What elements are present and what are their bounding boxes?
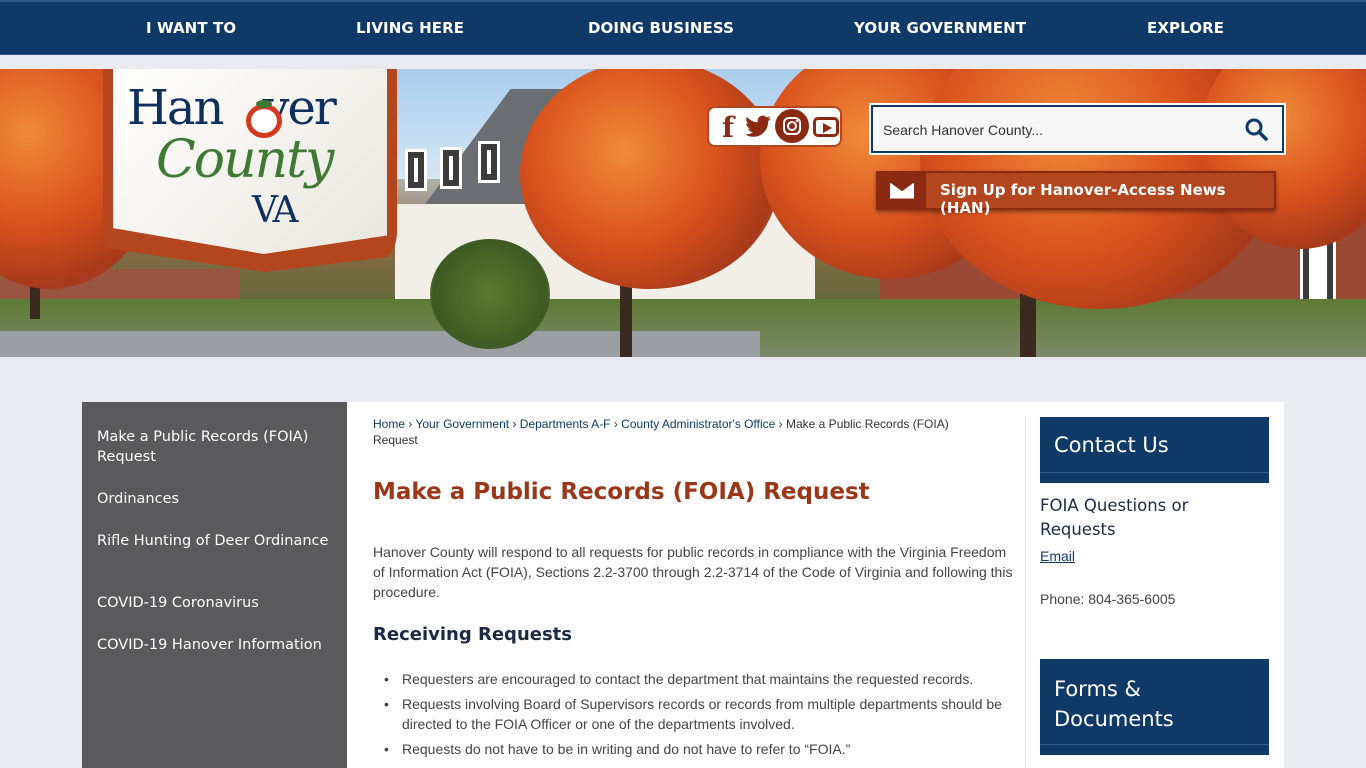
- logo-hanover: Han ver: [127, 80, 337, 136]
- breadcrumb: Home › Your Government › Departments A-F…: [373, 416, 953, 448]
- breadcrumb-sep: ›: [408, 417, 413, 431]
- breadcrumb-your-government[interactable]: Your Government: [415, 417, 509, 431]
- hero-window: [405, 149, 427, 191]
- header-rule: [1040, 744, 1269, 745]
- sidebar-item-rifle-hunting[interactable]: Rifle Hunting of Deer Ordinance: [97, 531, 337, 551]
- contact-us-title: Contact Us: [1054, 433, 1169, 457]
- nav-doing-business[interactable]: DOING BUSINESS: [588, 19, 734, 37]
- logo-va: VA: [252, 190, 299, 231]
- logo-text-han: Han: [127, 80, 224, 136]
- twitter-icon[interactable]: [743, 112, 773, 142]
- breadcrumb-sep: ›: [778, 417, 783, 431]
- breadcrumb-departments[interactable]: Departments A-F: [520, 417, 611, 431]
- search-box: [871, 105, 1284, 153]
- logo-county: County: [156, 130, 334, 190]
- autumn-tree: [520, 69, 780, 289]
- hero-road: [0, 331, 760, 357]
- social-links: f: [707, 106, 842, 147]
- contact-us-header: Contact Us: [1040, 417, 1269, 483]
- hero-window: [478, 141, 500, 183]
- sidebar-item-ordinances[interactable]: Ordinances: [97, 489, 337, 509]
- page-title: Make a Public Records (FOIA) Request: [373, 479, 870, 505]
- intro-paragraph: Hanover County will respond to all reque…: [373, 544, 1013, 600]
- mail-icon: [878, 173, 926, 208]
- tomato-leaf-icon: [256, 100, 272, 108]
- list-item: Requesters are encouraged to contact the…: [384, 669, 1012, 689]
- search-input[interactable]: [883, 119, 1223, 141]
- breadcrumb-home[interactable]: Home: [373, 417, 405, 431]
- youtube-icon[interactable]: [811, 112, 841, 142]
- breadcrumb-sep: ›: [512, 417, 517, 431]
- sidebar-item-foia[interactable]: Make a Public Records (FOIA) Request: [97, 427, 337, 467]
- nav-living-here[interactable]: LIVING HERE: [356, 19, 464, 37]
- section-heading: Receiving Requests: [373, 624, 572, 645]
- email-link[interactable]: Email: [1040, 548, 1075, 564]
- han-signup-label: Sign Up for Hanover-Access News (HAN): [940, 181, 1226, 217]
- list-item: Requests do not have to be in writing an…: [384, 739, 1012, 759]
- forms-documents-title: Forms & Documents: [1054, 677, 1174, 731]
- hero-window: [440, 147, 462, 189]
- breadcrumb-sep: ›: [613, 417, 618, 431]
- main-nav: I WANT TO LIVING HERE DOING BUSINESS YOU…: [0, 0, 1366, 55]
- list-item: Requests involving Board of Supervisors …: [384, 694, 1012, 734]
- header-rule: [1040, 472, 1269, 473]
- instagram-icon[interactable]: [775, 109, 809, 143]
- phone-number: Phone: 804-365-6005: [1040, 591, 1176, 607]
- envelope-glyph: [890, 182, 914, 199]
- sidebar-item-covid-coronavirus[interactable]: COVID-19 Coronavirus: [97, 593, 337, 613]
- nav-i-want-to[interactable]: I WANT TO: [146, 19, 236, 37]
- search-icon[interactable]: [1244, 117, 1268, 141]
- breadcrumb-county-admin[interactable]: County Administrator's Office: [621, 417, 775, 431]
- youtube-play-glyph: [813, 117, 839, 137]
- green-shrub: [430, 239, 550, 349]
- sidebar-nav: Make a Public Records (FOIA) Request Ord…: [82, 402, 347, 768]
- foia-questions-heading: FOIA Questions or Requests: [1040, 496, 1189, 539]
- nav-explore[interactable]: EXPLORE: [1147, 19, 1224, 37]
- requests-list: Requesters are encouraged to contact the…: [384, 669, 1012, 764]
- han-signup-button[interactable]: Sign Up for Hanover-Access News (HAN): [876, 171, 1276, 217]
- column-divider: [1025, 416, 1026, 768]
- facebook-icon[interactable]: f: [713, 111, 743, 144]
- forms-documents-header[interactable]: Forms & Documents: [1040, 659, 1269, 755]
- nav-your-government[interactable]: YOUR GOVERNMENT: [854, 19, 1026, 37]
- sidebar-item-covid-hanover[interactable]: COVID-19 Hanover Information: [97, 635, 337, 655]
